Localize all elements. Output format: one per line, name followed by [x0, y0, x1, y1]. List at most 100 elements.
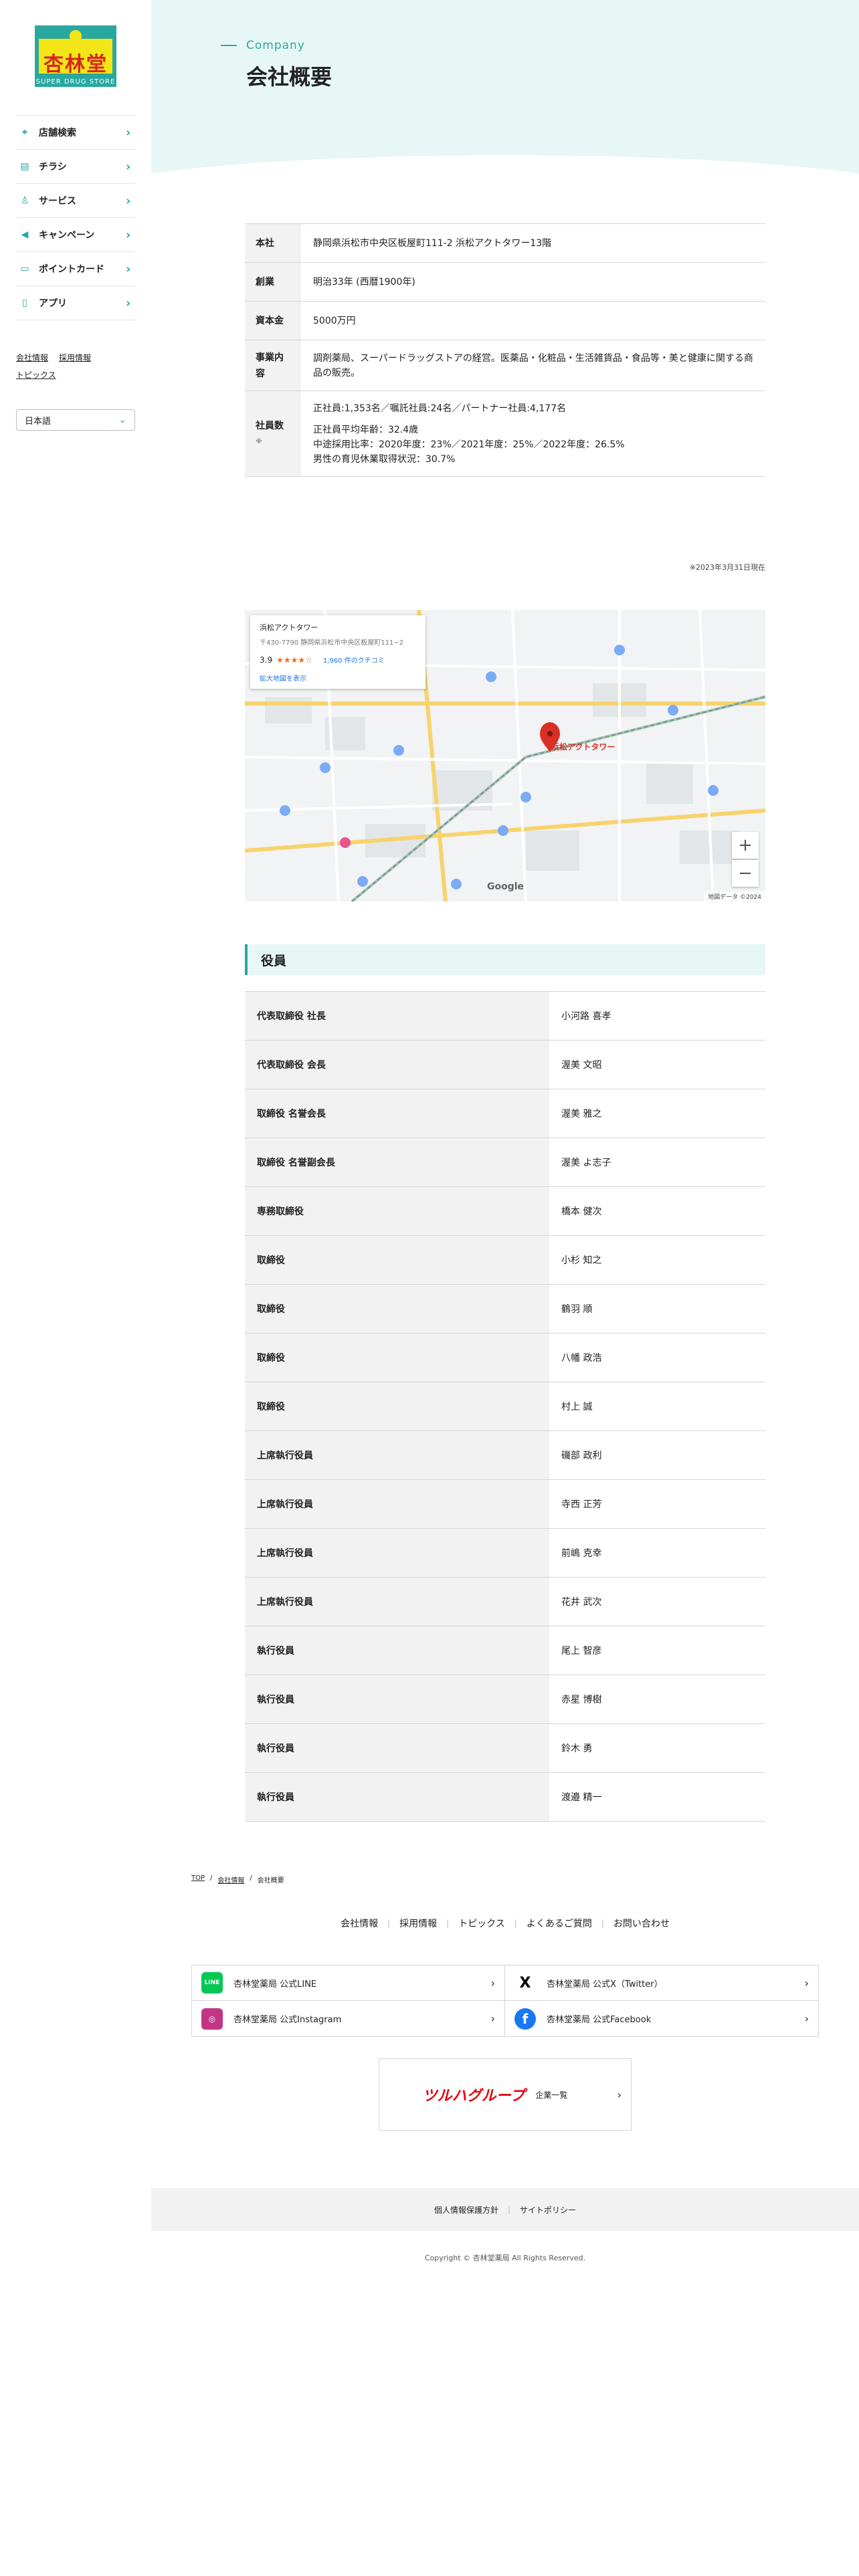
logo-sub: SUPER DRUG STORE [35, 78, 116, 86]
map-embed[interactable]: 浜松アクトタワー 〒430-7790 静岡県浜松市中央区板屋町111−2 3.9… [245, 610, 765, 901]
officer-title: 執行役員 [245, 1773, 549, 1821]
nav-item-label: キャンペーン [39, 230, 95, 241]
person-icon: ♙ [20, 195, 29, 206]
place-rating: 3.9 ★★★★☆ 1,960 件のクチコミ [260, 655, 385, 665]
company-row: 事業内容 調剤薬局、スーパードラッグストアの経営。医薬品・化粧品・生活雑貨品・食品… [245, 340, 765, 391]
officer-row: 執行役員 渡邉 精一 [245, 1773, 765, 1822]
sublink-company[interactable]: 会社情報 [16, 353, 48, 362]
nav-item-2[interactable]: ♙ サービス › [16, 184, 135, 218]
officer-row: 代表取締役 会長 渥美 文昭 [245, 1041, 765, 1089]
zoom-out-button[interactable]: − [732, 860, 759, 887]
social-link[interactable]: ◎ 杏林堂薬局 公式Instagram › [192, 2001, 505, 2036]
officers-heading: 役員 [245, 944, 765, 975]
breadcrumb-top[interactable]: TOP [191, 1874, 205, 1885]
nav-item-0[interactable]: ⌖ 店舗検索 › [16, 116, 135, 150]
sidebar: 杏林堂 SUPER DRUG STORE ⌖ 店舗検索 › ▤ チラシ › ♙ サービス › ◀ キ… [0, 0, 151, 2175]
company-row-value: 正社員:1,353名／嘱託社員:24名／パートナー社員:4,177名 正社員平均年… [313, 403, 625, 465]
zoom-in-button[interactable]: + [732, 832, 759, 859]
officer-name: 前嶋 克幸 [561, 1548, 602, 1559]
company-info-table: 本社 静岡県浜松市中央区板屋町111-2 浜松アクトタワー13階 創業 明治33年 (… [245, 223, 765, 477]
officer-title: 執行役員 [245, 1675, 549, 1723]
group-companies-link[interactable]: ツルハグループ 企業一覧 › [379, 2058, 632, 2131]
x-icon: X [514, 1972, 536, 1994]
group-companies-label: 企業一覧 [535, 2090, 568, 2100]
officer-name: 渥美 文昭 [561, 1060, 602, 1071]
officer-row: 取締役 村上 誠 [245, 1382, 765, 1431]
nav-item-label: アプリ [39, 298, 67, 309]
chevron-right-icon: › [126, 227, 131, 242]
footer-nav-link[interactable]: 採用情報 [390, 1917, 446, 1930]
logo[interactable]: 杏林堂 SUPER DRUG STORE [35, 25, 116, 87]
chevron-right-icon: › [617, 2088, 622, 2101]
place-title: 浜松アクトタワー [260, 623, 318, 632]
social-link[interactable]: X 杏林堂薬局 公式X（Twitter） › [505, 1965, 818, 2001]
footer-nav-link[interactable]: お問い合わせ [604, 1917, 679, 1930]
officer-name: 鈴木 勇 [561, 1743, 593, 1754]
officer-title: 上席執行役員 [245, 1578, 549, 1626]
sublink-topics[interactable]: トピックス [16, 370, 56, 380]
footer-nav-link[interactable]: 会社情報 [331, 1917, 387, 1930]
company-row: 創業 明治33年 (西暦1900年) [245, 263, 765, 302]
company-row-value: 5000万円 [313, 315, 356, 326]
nav-item-1[interactable]: ▤ チラシ › [16, 150, 135, 184]
site-policy-link[interactable]: サイトポリシー [520, 2204, 576, 2216]
officer-name: 尾上 智彦 [561, 1646, 602, 1656]
reviews-link[interactable]: 1,960 件のクチコミ [323, 655, 385, 665]
map-pin-label: 浜松アクトタワー [551, 742, 615, 752]
officer-name: 渡邉 精一 [561, 1792, 602, 1803]
flyer-icon: ▤ [20, 161, 29, 172]
breadcrumb: TOP / 会社情報 / 会社概要 [191, 1874, 284, 1885]
instagram-icon: ◎ [201, 2008, 223, 2030]
officer-title: 取締役 名誉副会長 [245, 1138, 549, 1186]
social-link-label: 杏林堂薬局 公式X（Twitter） [547, 1979, 663, 1990]
officer-name: 寺西 正芳 [561, 1499, 602, 1510]
officer-name: 渥美 雅之 [561, 1109, 602, 1119]
star-rating-icon: ★★★★☆ [276, 655, 312, 665]
footer-policy-bar: 個人情報保護方針 | サイトポリシー [151, 2188, 859, 2231]
officer-row: 上席執行役員 寺西 正芳 [245, 1480, 765, 1529]
company-row-label: 創業 [245, 263, 301, 301]
chevron-right-icon: › [126, 125, 131, 140]
phone-icon: ▯ [22, 298, 27, 308]
footer-nav-link[interactable]: よくあるご質問 [517, 1917, 601, 1930]
tsuruha-group-logo: ツルハグループ [422, 2088, 525, 2105]
nav-item-label: サービス [39, 196, 76, 207]
company-row: 本社 静岡県浜松市中央区板屋町111-2 浜松アクトタワー13階 [245, 224, 765, 263]
officer-name: 橋本 健次 [561, 1206, 602, 1217]
nav-item-label: チラシ [39, 162, 67, 173]
social-link[interactable]: LINE 杏林堂薬局 公式LINE › [192, 1965, 505, 2001]
social-link-label: 杏林堂薬局 公式Instagram [233, 2015, 342, 2025]
chevron-right-icon: › [490, 2012, 495, 2025]
nav-item-5[interactable]: ▯ アプリ › [16, 286, 135, 320]
line-icon: LINE [201, 1972, 223, 1994]
page-hero [151, 0, 859, 194]
language-select[interactable]: 日本語 ⌄ [16, 409, 135, 431]
social-link[interactable]: f 杏林堂薬局 公式Facebook › [505, 2001, 818, 2036]
company-row-label: 社員数 ※ [245, 391, 301, 476]
company-row-label: 本社 [245, 224, 301, 262]
card-icon: ▭ [20, 263, 29, 274]
officer-title: 執行役員 [245, 1626, 549, 1675]
nav-item-4[interactable]: ▭ ポイントカード › [16, 252, 135, 286]
officer-row: 代表取締役 社長 小河路 喜孝 [245, 992, 765, 1041]
chevron-right-icon: › [490, 1976, 495, 1990]
copyright: Copyright © 杏林堂薬局 All Rights Reserved. [424, 2254, 586, 2262]
nav-item-3[interactable]: ◀ キャンペーン › [16, 218, 135, 252]
officer-row: 上席執行役員 磯部 政利 [245, 1431, 765, 1480]
officer-name: 小杉 知之 [561, 1255, 602, 1266]
officer-title: 取締役 名誉会長 [245, 1089, 549, 1138]
social-link-label: 杏林堂薬局 公式LINE [233, 1979, 317, 1990]
officer-row: 執行役員 鈴木 勇 [245, 1724, 765, 1773]
officer-row: 取締役 鶴羽 順 [245, 1285, 765, 1333]
breadcrumb-company[interactable]: 会社情報 [217, 1874, 244, 1885]
hero-en-label: Company [221, 39, 305, 52]
sublink-recruit[interactable]: 採用情報 [59, 353, 91, 362]
privacy-policy-link[interactable]: 個人情報保護方針 [434, 2204, 498, 2216]
chevron-right-icon: › [804, 1976, 809, 1990]
social-link-label: 杏林堂薬局 公式Facebook [547, 2015, 652, 2025]
footer-nav-link[interactable]: トピックス [449, 1917, 514, 1930]
chevron-right-icon: › [126, 261, 131, 276]
larger-map-link[interactable]: 拡大地図を表示 [260, 673, 416, 683]
officer-title: 取締役 [245, 1382, 549, 1430]
map-attribution: 地図データ ©2024 [704, 891, 765, 901]
